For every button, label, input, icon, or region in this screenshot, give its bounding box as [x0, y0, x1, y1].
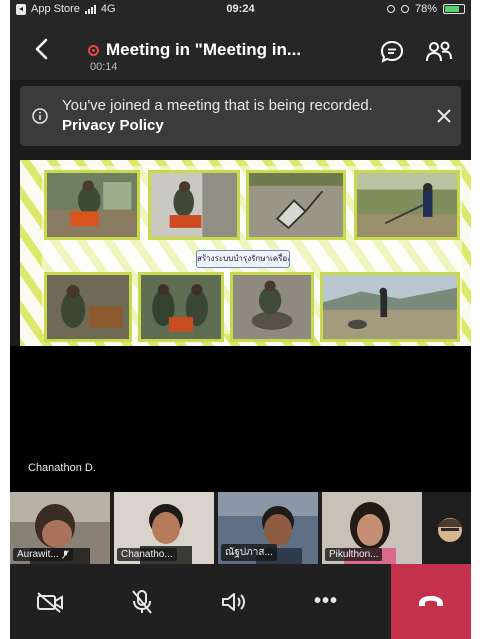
slide-photo-7: [230, 272, 314, 342]
mic-toggle-button[interactable]: [102, 564, 182, 639]
meeting-header: Meeting in "Meeting in... 00:14: [10, 20, 471, 80]
mic-off-icon: [132, 589, 152, 614]
main-video-stage[interactable]: Chanathon D.: [10, 346, 471, 492]
muted-mic-icon: [61, 550, 69, 559]
participant-tile[interactable]: Pikulthon...: [322, 492, 422, 564]
camera-off-icon: [37, 591, 63, 613]
hangup-button[interactable]: [391, 564, 471, 639]
more-options-button[interactable]: •••: [286, 564, 366, 639]
chat-icon[interactable]: [378, 38, 406, 66]
shared-screen: สร้างระบบบำรุงรักษาเครื่อง: [20, 160, 471, 346]
slide-caption: สร้างระบบบำรุงรักษาเครื่อง: [196, 250, 290, 268]
phone-screen: App Store 4G 09:24 78% Meeting in "Meeti…: [10, 0, 471, 639]
participant-name: ณัฐปภาส...: [225, 547, 273, 558]
participant-avatar: [426, 492, 471, 564]
participant-label: ณัฐปภาส...: [221, 544, 277, 561]
participant-label: Pikulthon...: [325, 548, 383, 561]
banner-text: You've joined a meeting that is being re…: [62, 97, 373, 114]
speaker-icon: [222, 592, 245, 611]
presenter-name: Chanathon D.: [28, 462, 96, 474]
slide-photo-8: [320, 272, 460, 342]
participant-tile[interactable]: ณัฐปภาส...: [218, 492, 318, 564]
close-icon[interactable]: [434, 106, 454, 126]
participant-tile[interactable]: [426, 492, 471, 564]
alarm-icon: [400, 5, 409, 13]
banner-message: You've joined a meeting that is being re…: [62, 96, 402, 136]
participants-icon[interactable]: [424, 38, 454, 66]
participant-tile[interactable]: Aurawit...: [10, 492, 110, 564]
participant-name: Aurawit...: [17, 549, 59, 560]
recording-icon: [88, 45, 99, 56]
slide-photo-5: [44, 272, 132, 342]
more-icon: •••: [313, 590, 338, 612]
slide-photo-1: [44, 170, 140, 240]
battery-percent: 78%: [414, 3, 437, 15]
info-icon: [32, 108, 48, 124]
participant-name: Chanatho...: [121, 549, 173, 560]
slide-photo-4: [354, 170, 460, 240]
meeting-title[interactable]: Meeting in "Meeting in...: [106, 40, 301, 60]
meeting-timer: 00:14: [90, 61, 118, 73]
privacy-policy-link[interactable]: Privacy Policy: [62, 117, 164, 134]
hangup-icon: [419, 595, 443, 606]
speaker-button[interactable]: [194, 564, 274, 639]
slide-photo-6: [138, 272, 224, 342]
participant-tile[interactable]: Chanatho...: [114, 492, 214, 564]
back-chevron-icon[interactable]: [30, 36, 56, 62]
participant-name: Pikulthon...: [329, 549, 379, 560]
participant-label: Chanatho...: [117, 548, 177, 561]
participant-label: Aurawit...: [13, 548, 73, 561]
slide-photo-2: [148, 170, 240, 240]
battery-icon: [443, 4, 465, 14]
slide-photo-3: [246, 170, 346, 240]
recording-notice-banner: You've joined a meeting that is being re…: [20, 86, 461, 146]
participant-strip[interactable]: Aurawit... Chanatho... ณัฐปภาส... Pikult…: [10, 492, 471, 564]
status-bar: App Store 4G 09:24 78%: [10, 0, 471, 20]
call-control-bar: •••: [10, 564, 471, 639]
camera-toggle-button[interactable]: [10, 564, 90, 639]
location-icon: [386, 5, 395, 13]
